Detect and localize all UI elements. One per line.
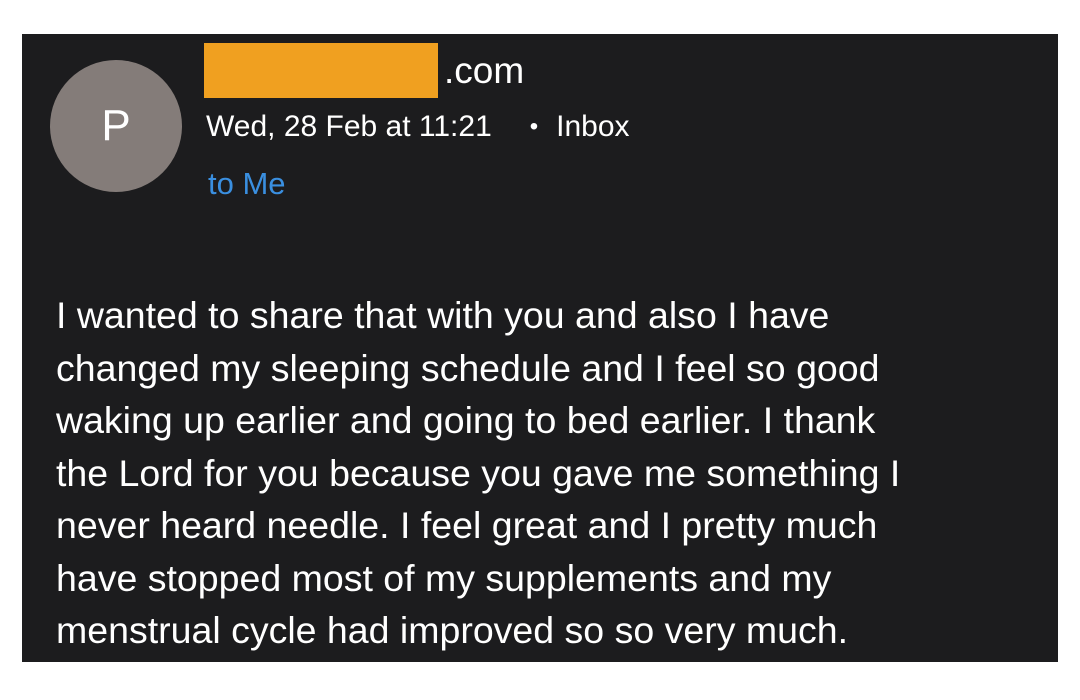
sender-domain: .com (444, 49, 525, 91)
folder-label: Inbox (556, 110, 630, 143)
body-line: menstrual cycle had improved so so very … (56, 609, 848, 651)
message-body: I wanted to share that with you and also… (56, 289, 1046, 657)
meta-separator-dot: • (529, 113, 539, 140)
email-message: P .com Wed, 28 Feb at 11:21 • Inbox to M… (22, 34, 1058, 662)
body-line: the Lord for you because you gave me som… (56, 451, 901, 494)
message-meta: Wed, 28 Feb at 11:21 • Inbox (206, 110, 630, 144)
body-line: waking up earlier and going to bed earli… (56, 399, 876, 441)
body-line: I wanted to share that with you and also… (56, 294, 830, 336)
page: P .com Wed, 28 Feb at 11:21 • Inbox to M… (0, 0, 1080, 700)
avatar-initial: P (101, 101, 131, 150)
redacted-sender-name (204, 42, 438, 98)
avatar[interactable]: P (50, 60, 182, 192)
body-line: changed my sleeping schedule and I feel … (56, 346, 880, 389)
body-line: never heard needle. I feel great and I p… (56, 504, 878, 546)
message-date: Wed, 28 Feb at 11:21 (206, 110, 492, 143)
body-line: have stopped most of my supplements and … (56, 556, 832, 599)
sender-row[interactable]: .com (204, 42, 524, 98)
recipient-link[interactable]: to Me (208, 166, 286, 202)
